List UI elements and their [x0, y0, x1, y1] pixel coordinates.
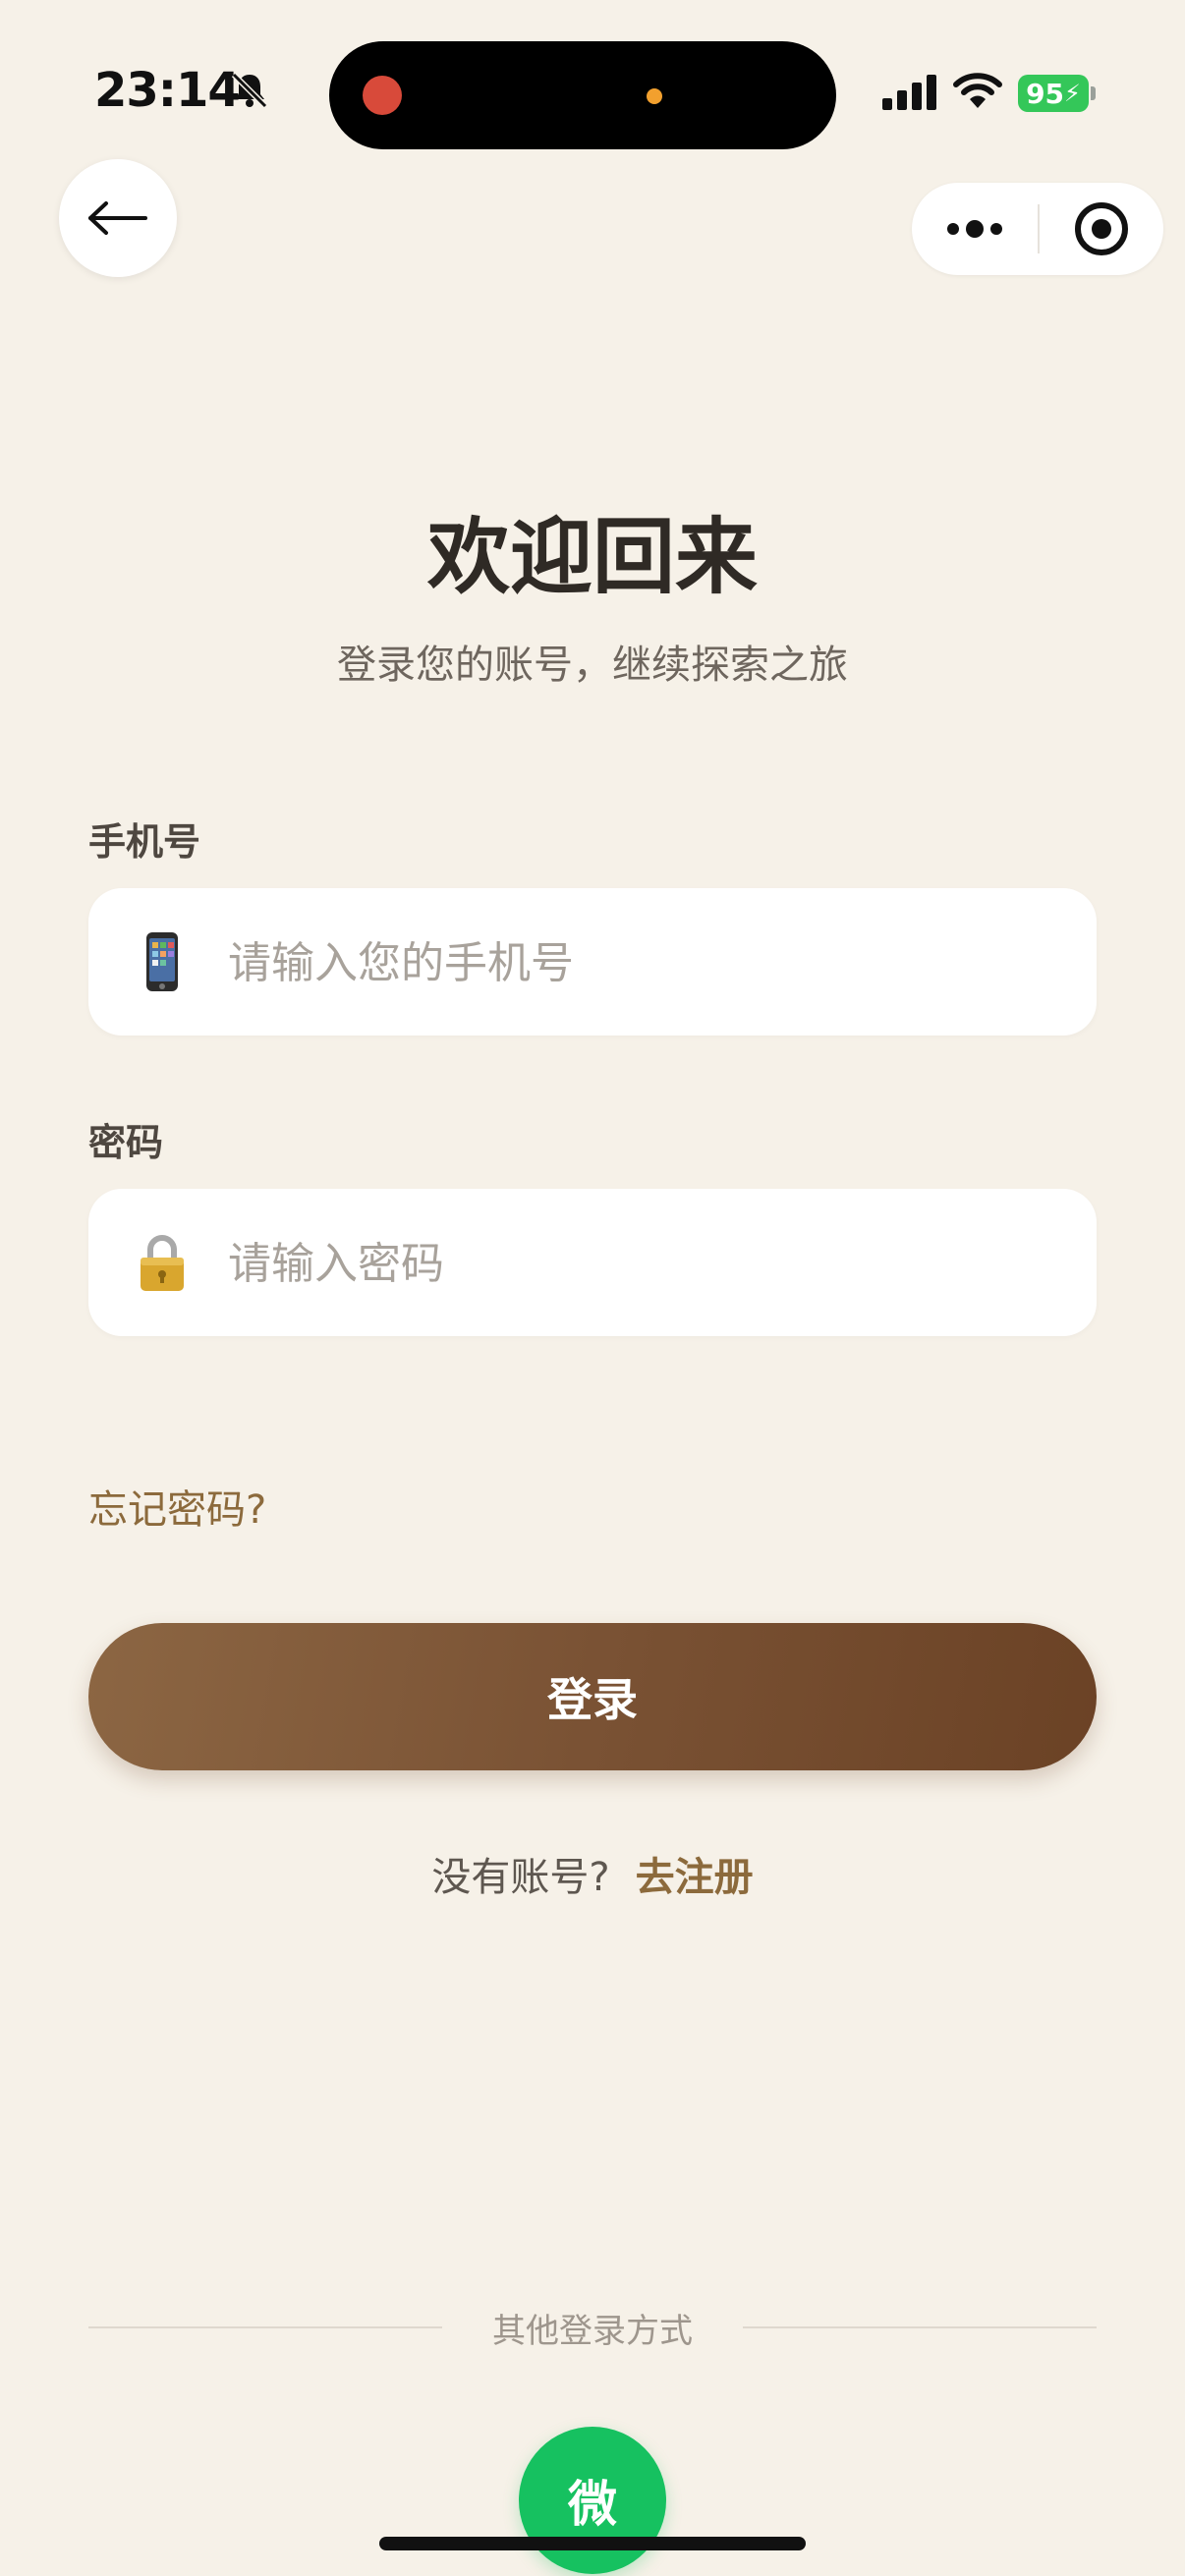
- battery-level: 95: [1026, 77, 1065, 110]
- page-subtitle: 登录您的账号，继续探索之旅: [337, 643, 848, 688]
- target-close-icon: [1075, 202, 1128, 255]
- wifi-icon: [953, 69, 1002, 112]
- battery-charging-icon: 95 ⚡: [1018, 75, 1089, 112]
- dynamic-island: [329, 41, 836, 149]
- arrow-left-icon: [88, 201, 147, 235]
- password-field[interactable]: [88, 1189, 1097, 1338]
- more-dots-icon: [947, 220, 1002, 238]
- lock-icon: [141, 1235, 184, 1291]
- login-button[interactable]: 登录: [88, 1623, 1097, 1770]
- divider-right: [743, 2326, 1097, 2328]
- phone-field[interactable]: [88, 888, 1097, 1037]
- signal-icon: [880, 71, 941, 114]
- password-input[interactable]: [226, 1189, 1075, 1338]
- password-label: 密码: [88, 1121, 164, 1164]
- phone-label: 手机号: [88, 820, 201, 864]
- close-miniprogram-button[interactable]: [1040, 183, 1163, 275]
- register-prompt: 没有账号?: [431, 1855, 610, 1900]
- page-title: 欢迎回来: [426, 509, 758, 605]
- status-time: 23:14: [94, 63, 241, 118]
- home-indicator[interactable]: [379, 2537, 806, 2550]
- bell-slash-icon: [228, 69, 271, 112]
- wechat-login-button[interactable]: 微: [519, 2427, 666, 2574]
- register-row: 没有账号? 去注册: [0, 1845, 1185, 1902]
- register-link[interactable]: 去注册: [636, 1855, 754, 1900]
- forgot-password-link[interactable]: 忘记密码?: [88, 1478, 266, 1535]
- more-button[interactable]: [912, 183, 1038, 275]
- battery-tip: [1091, 86, 1096, 100]
- mobile-phone-icon: [146, 932, 178, 991]
- phone-input[interactable]: [226, 888, 1075, 1037]
- miniprogram-capsule: [912, 183, 1163, 275]
- back-button[interactable]: [59, 159, 177, 277]
- mic-indicator-icon: [647, 88, 662, 104]
- recording-indicator-icon: [363, 76, 402, 115]
